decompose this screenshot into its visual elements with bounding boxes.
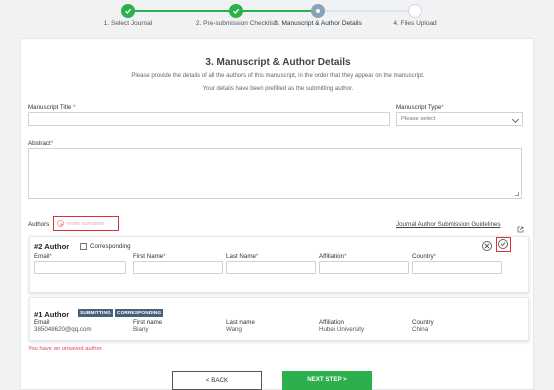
author-1-affiliation: Hubei University — [319, 326, 365, 333]
prefill-note: Your details have been prefilled as the … — [202, 86, 354, 92]
abstract-textarea[interactable] — [28, 148, 522, 199]
author-2-affiliation-label: Affiliation* — [319, 253, 347, 260]
author-2-last-name-label: Last Name* — [226, 253, 259, 260]
step-4-label: 4. Files Upload — [393, 20, 437, 27]
author-2-country-label: Country* — [412, 253, 437, 260]
manuscript-type-select[interactable]: Please select — [396, 112, 523, 126]
author-1-country-label: Country — [412, 319, 434, 326]
step-1-label[interactable]: 1. Select Journal — [104, 20, 152, 27]
authors-label: Authors — [28, 221, 50, 228]
form-card: 3. Manuscript & Author Details Please pr… — [20, 38, 534, 390]
save-author-check-icon[interactable] — [498, 239, 508, 249]
author-1-first-name: Biany — [133, 326, 149, 333]
step-1-check-icon — [121, 4, 135, 18]
corresponding-badge: CORRESPONDING — [115, 309, 164, 317]
author-1-country: China — [412, 326, 429, 333]
stepper-line — [322, 10, 414, 12]
corresponding-checkbox[interactable] — [80, 243, 87, 250]
add-author-field[interactable]: enter surname — [57, 220, 104, 227]
page-title: 3. Manuscript & Author Details — [205, 57, 351, 68]
manuscript-title-input[interactable] — [28, 112, 390, 126]
author-2-panel: #2 Author Corresponding Email* First Nam… — [29, 236, 529, 293]
guidelines-link[interactable]: Journal Author Submission Guidelines — [396, 221, 501, 228]
author-1-email-label: Email — [34, 319, 50, 326]
author-2-email-input[interactable] — [34, 261, 126, 274]
chevron-down-icon — [511, 115, 520, 124]
external-link-icon[interactable] — [517, 220, 524, 233]
step-2-check-icon — [229, 4, 243, 18]
author-1-last-name: Wang — [226, 326, 242, 333]
author-1-first-name-label: First name — [133, 319, 163, 326]
submitting-badge: SUBMITTING — [78, 309, 113, 317]
resize-handle-icon[interactable] — [515, 192, 519, 196]
author-2-last-name-input[interactable] — [226, 261, 316, 274]
manuscript-type-label: Manuscript Type* — [396, 104, 444, 111]
back-button[interactable]: < BACK — [172, 371, 262, 390]
step-2-label[interactable]: 2. Pre-submission Checklist — [196, 20, 276, 27]
step-3-label: 3. Manuscript & Author Details — [274, 20, 362, 27]
author-2-affiliation-input[interactable] — [319, 261, 409, 274]
author-2-first-name-label: First Name* — [133, 253, 166, 260]
cancel-author-icon[interactable] — [482, 241, 492, 251]
author-1-affiliation-label: Affiliation — [319, 319, 344, 326]
manuscript-title-label: Manuscript Title * — [28, 104, 76, 111]
next-step-button[interactable]: NEXT STEP > — [282, 371, 372, 390]
author-2-country-input[interactable] — [412, 261, 502, 274]
author-2-first-name-input[interactable] — [133, 261, 223, 274]
author-1-heading: #1 Author — [34, 310, 70, 319]
manuscript-type-value: Please select — [401, 116, 436, 122]
intro-text: Please provide the details of all the au… — [131, 73, 425, 79]
author-1-email: 385048620@qq.com — [34, 326, 92, 333]
stepper-line — [236, 10, 318, 12]
add-author-placeholder: enter surname — [67, 220, 105, 227]
step-4-pending-icon — [408, 4, 422, 18]
author-2-email-label: Email* — [34, 253, 52, 260]
add-icon — [57, 220, 64, 227]
abstract-label: Abstract* — [28, 140, 54, 147]
author-1-panel: #1 Author SUBMITTING CORRESPONDING Email… — [29, 297, 529, 341]
author-1-last-name-label: Last name — [226, 319, 255, 326]
author-2-heading: #2 Author — [34, 242, 70, 251]
corresponding-label: Corresponding — [90, 243, 131, 250]
unsaved-author-warning: You have an unsaved author. — [28, 346, 103, 352]
stepper-line — [125, 10, 230, 12]
progress-stepper: 1. Select Journal 2. Pre-submission Chec… — [0, 0, 554, 36]
step-3-current-icon — [311, 4, 325, 18]
